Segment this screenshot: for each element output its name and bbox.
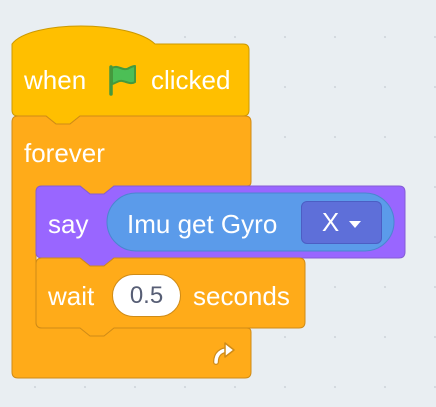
wait-seconds-input[interactable]: 0.5 [112,274,181,317]
clicked-label: clicked [151,65,231,95]
wait-seconds-value: 0.5 [129,281,164,309]
green-flag-icon [104,62,138,98]
gyro-axis-dropdown[interactable]: X [301,201,382,244]
chevron-down-icon [349,220,362,228]
forever-label: forever [24,138,105,168]
code-workspace[interactable]: when clicked forever say Imu get Gyro X … [0,0,436,407]
gyro-axis-value: X [321,207,340,237]
seconds-label: seconds [193,281,290,311]
reporter-label: Imu get Gyro [127,209,278,239]
when-label: when [24,65,87,95]
say-label: say [48,209,89,239]
wait-label: wait [48,281,95,311]
loop-arrow-icon [210,340,238,368]
